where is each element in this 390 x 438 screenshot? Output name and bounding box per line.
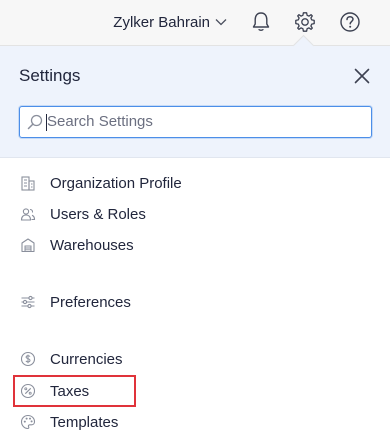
org-switcher[interactable]: Zylker Bahrain	[113, 11, 227, 33]
dollar-coin-icon	[19, 350, 37, 368]
org-name: Zylker Bahrain	[113, 13, 210, 31]
close-icon[interactable]	[350, 64, 374, 88]
menu-item-label: Users & Roles	[50, 205, 146, 223]
menu-item-currencies[interactable]: Currencies	[14, 344, 374, 374]
sliders-icon	[19, 293, 37, 311]
users-icon	[19, 205, 37, 223]
menu-item-warehouses[interactable]: Warehouses	[14, 230, 374, 260]
menu-item-templates[interactable]: Templates	[14, 407, 374, 437]
warehouse-icon	[19, 236, 37, 254]
search-box[interactable]	[19, 106, 372, 138]
chevron-down-icon	[215, 18, 227, 26]
text-cursor	[46, 114, 47, 131]
building-icon	[19, 174, 37, 192]
menu-item-label: Taxes	[50, 382, 90, 400]
bell-icon[interactable]	[248, 9, 274, 35]
panel-title: Settings	[19, 66, 81, 85]
menu-item-label: Templates	[50, 413, 119, 431]
settings-panel-header: Settings	[0, 46, 390, 158]
menu-item-organization-profile[interactable]: Organization Profile	[14, 168, 374, 198]
menu-item-label: Warehouses	[50, 236, 134, 254]
top-bar: Zylker Bahrain	[0, 0, 390, 46]
help-icon[interactable]	[337, 9, 363, 35]
search-input[interactable]	[47, 108, 365, 134]
menu-item-taxes[interactable]: Taxes	[14, 376, 374, 406]
menu-item-preferences[interactable]: Preferences	[14, 287, 374, 317]
menu-item-users-roles[interactable]: Users & Roles	[14, 199, 374, 229]
search-icon	[26, 113, 44, 131]
palette-icon	[19, 413, 37, 431]
menu-item-label: Organization Profile	[50, 174, 182, 192]
percent-icon	[19, 382, 37, 400]
menu-item-label: Preferences	[50, 293, 131, 311]
gear-icon[interactable]	[292, 9, 318, 35]
menu-item-label: Currencies	[50, 350, 123, 368]
